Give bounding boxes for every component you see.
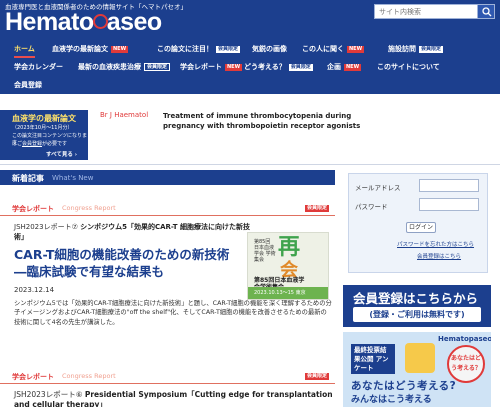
member-badge: 会員限定 <box>288 64 313 71</box>
thumbnail-footer: 2023.10.13〜15 東京 <box>248 287 328 299</box>
nav-opinion-label: どう考える？ <box>244 63 286 71</box>
register-banner-subtitle: (登録・ご利用は無料です) <box>353 307 481 322</box>
note-suffix: が必要です <box>42 141 68 147</box>
thumbnail-footer-text: 2023.10.13〜15 東京 <box>254 290 306 296</box>
news-heading: 新着記事 <box>12 174 44 183</box>
nav-treatment-trends[interactable]: 最新の血液疾患治療 会員限定 <box>78 58 171 76</box>
nav-treatment-trends-label: 最新の血液疾患治療 <box>78 63 141 71</box>
nav-conference-info[interactable]: 学会カレンダー <box>14 58 63 76</box>
latest-papers-panel: 血液学の最新論文 （2023年10月〜11月分） この論文注目コンテンツになりま… <box>0 110 88 160</box>
register-inline-link[interactable]: 会員登録 <box>22 141 42 147</box>
forgot-password-link[interactable]: パスワードを忘れた方はこちら <box>397 240 474 248</box>
member-only-badge: 会員限定 <box>304 205 329 212</box>
member-badge: 会員限定 <box>216 46 241 53</box>
thumbnail-caption: 第85回 日本血液学会 学術集会 <box>254 239 276 263</box>
login-box: メールアドレス パスワード ログイン パスワードを忘れた方はこちら 会員登録はこ… <box>348 173 488 273</box>
nav-facility-label: 施設訪問 <box>388 45 416 53</box>
nav-featured-paper[interactable]: この論文に注目！ 会員限定 <box>157 40 241 58</box>
new-badge: NEW <box>344 64 362 71</box>
nav-latest-papers[interactable]: 血液学の最新論文 NEW <box>52 40 129 58</box>
thumbnail-big-char: 再 <box>278 234 301 260</box>
survey-line-2: みんなはこう考える <box>351 395 432 405</box>
new-badge: NEW <box>111 46 129 53</box>
new-badge: NEW <box>225 64 243 71</box>
section-divider <box>0 164 500 165</box>
nav-interview-label: この人に聞く <box>302 45 344 53</box>
article-kicker-prefix: JSH2023レポート⑥ <box>14 390 83 399</box>
nav-featured-paper-label: この論文に注目！ <box>157 45 213 53</box>
article-kicker: JSH2023レポート⑦ シンポジウム5「効果的CAR-T 細胞療法に向けた新技… <box>14 222 254 242</box>
register-link[interactable]: 会員登録はこちら <box>417 252 461 260</box>
article-date: 2023.12.14 <box>14 286 55 294</box>
article-kicker-prefix: JSH2023レポート⑦ <box>14 223 78 231</box>
article-category-en: Congress Report <box>62 372 116 380</box>
logo-circle-icon <box>92 14 108 29</box>
nav-project[interactable]: 企画 NEW <box>327 58 362 76</box>
survey-label: 最終投票結果公開 アンケート <box>351 344 395 374</box>
nav-image[interactable]: 気鋭の画像 <box>252 40 287 58</box>
main-nav: ホーム 血液学の最新論文 NEW この論文に注目！ 会員限定 気鋭の画像 この人に聞… <box>0 38 500 94</box>
survey-logo: Hematopaseo <box>438 335 491 343</box>
article-category[interactable]: 学会レポート <box>12 372 54 382</box>
see-all-link[interactable]: すべて見る › <box>46 150 77 158</box>
nav-latest-papers-label: 血液学の最新論文 <box>52 45 108 53</box>
article-category-row: 学会レポート Congress Report 会員限定 <box>0 204 335 216</box>
nav-report[interactable]: 学会レポート NEW <box>180 58 243 76</box>
nav-home[interactable]: ホーム <box>14 40 35 58</box>
ticker-paper-title[interactable]: Treatment of immune thrombocytopenia dur… <box>163 111 373 131</box>
search-button[interactable] <box>477 4 495 19</box>
nav-facility[interactable]: 施設訪問 会員限定 <box>388 40 444 58</box>
article-summary: シンポジウム5では「効果的CAR-T細胞療法に向けた新技術」と題し、CAR-T細… <box>14 300 332 326</box>
article-category[interactable]: 学会レポート <box>12 204 54 214</box>
register-banner-title: 会員登録はこちらから <box>353 291 479 306</box>
article-category-en: Congress Report <box>62 204 116 212</box>
article-title[interactable]: CAR-T細胞の機能改善のための新技術―臨床試験で有望な結果も <box>14 246 239 280</box>
email-label: メールアドレス <box>355 184 401 192</box>
password-label: パスワード <box>355 203 388 211</box>
site-header: 血液専門医と血液関係者のための情報サイト「ヘマトパセオ」 Hemato aseo <box>0 0 500 38</box>
register-banner[interactable]: 会員登録はこちらから (登録・ご利用は無料です) <box>343 285 491 327</box>
member-badge: 会員限定 <box>419 46 444 53</box>
question-mark-icon <box>405 343 435 373</box>
survey-line-1: あなたはどう考える? <box>351 380 457 392</box>
nav-report-label: 学会レポート <box>180 63 222 71</box>
latest-papers-note2: はご会員登録が必要です <box>12 140 67 147</box>
article-category-row: 学会レポート Congress Report 会員限定 <box>0 372 335 384</box>
member-badge: 会員限定 <box>144 63 171 71</box>
article-thumbnail[interactable]: 第85回 日本血液学会 学術集会 再 会 第85回日本血液学会学術集会 2023… <box>247 232 329 300</box>
nav-interview[interactable]: この人に聞く NEW <box>302 40 365 58</box>
news-section-header: 新着記事 What's New <box>0 170 335 185</box>
nav-opinion[interactable]: どう考える？ 会員限定 <box>244 58 313 76</box>
survey-banner[interactable]: Hematopaseo 最終投票結果公開 アンケート あなたはどう考える？ あな… <box>343 332 491 407</box>
article-kicker[interactable]: JSH2023レポート⑥ Presidential Symposium「Cutt… <box>14 390 334 407</box>
search-icon <box>482 7 492 17</box>
news-heading-en: What's New <box>52 174 94 182</box>
note-prefix: はご <box>12 141 23 147</box>
email-field[interactable] <box>419 179 479 192</box>
new-badge: NEW <box>347 46 365 53</box>
ticker-journal: Br J Haematol <box>100 111 149 119</box>
nav-project-label: 企画 <box>327 63 341 71</box>
latest-papers-heading: 血液学の最新論文 <box>12 114 76 123</box>
member-only-badge: 会員限定 <box>304 373 329 380</box>
latest-papers-period: （2023年10月〜11月分） <box>12 125 73 131</box>
nav-about[interactable]: このサイトについて <box>377 58 440 76</box>
nav-register[interactable]: 会員登録 <box>14 76 42 94</box>
site-logo[interactable]: Hemato aseo <box>5 8 162 36</box>
login-button[interactable]: ログイン <box>406 222 436 233</box>
search-input[interactable] <box>374 4 477 19</box>
password-field[interactable] <box>419 198 479 211</box>
